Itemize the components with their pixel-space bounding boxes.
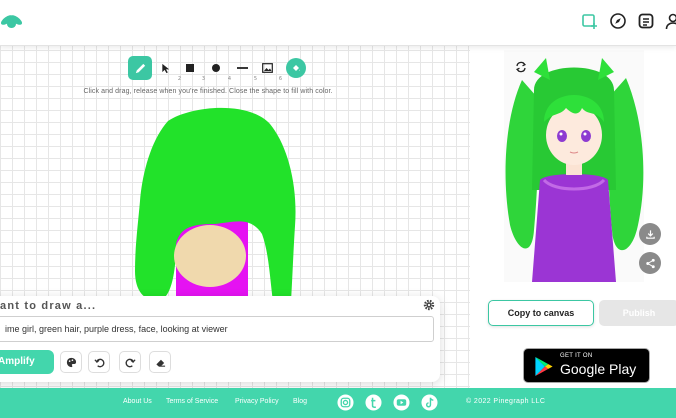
swap-arrows-icon	[515, 61, 527, 73]
instagram-link[interactable]	[337, 394, 354, 411]
google-play-icon	[535, 356, 553, 377]
drawing-toolbar: 2 3 4 5 6	[126, 56, 310, 84]
line-tool-button[interactable]: 5	[230, 56, 257, 82]
eraser-button[interactable]	[149, 351, 171, 373]
line-icon	[236, 67, 248, 69]
download-icon	[645, 229, 655, 239]
copy-to-canvas-button[interactable]: Copy to canvas	[488, 300, 594, 326]
image-icon	[261, 63, 273, 73]
google-play-small-text: GET IT ON	[560, 353, 593, 359]
site-footer: About Us Terms of Service Privacy Policy…	[0, 388, 676, 418]
tumblr-link[interactable]	[365, 394, 382, 411]
google-play-badge[interactable]: GET IT ON Google Play	[523, 348, 650, 383]
footer-link-about[interactable]: About Us	[123, 398, 152, 405]
tiktok-link[interactable]	[421, 394, 438, 411]
document-icon[interactable]	[637, 12, 655, 30]
palette-icon	[66, 357, 76, 367]
copyright-text: © 2022 Pinegraph LLC	[466, 398, 546, 405]
download-button[interactable]	[639, 223, 661, 245]
settings-gear-icon[interactable]	[423, 299, 435, 311]
circle-tool-button[interactable]: 4	[204, 56, 231, 82]
image-tool-button[interactable]: 6	[255, 56, 282, 82]
swap-button[interactable]	[512, 58, 530, 76]
publish-button[interactable]: Publish	[599, 300, 676, 326]
prompt-panel: ant to draw a... ime girl, green hair, p…	[0, 296, 440, 382]
drawing-face-shape	[174, 225, 246, 287]
select-tool-button[interactable]: 2	[154, 56, 181, 82]
redo-icon	[125, 358, 136, 367]
circle-icon	[212, 64, 220, 72]
tiktok-icon	[421, 394, 438, 411]
logo-leaf-icon[interactable]	[0, 12, 24, 30]
cursor-arrow-icon	[162, 63, 170, 73]
tumblr-icon	[365, 394, 382, 411]
prompt-input[interactable]: ime girl, green hair, purple dress, face…	[0, 316, 434, 342]
canvas-instruction-text: Click and drag, release when you're fini…	[83, 88, 333, 95]
footer-link-terms[interactable]: Terms of Service	[166, 398, 218, 405]
google-play-big-text: Google Play	[560, 361, 637, 377]
redo-button[interactable]	[119, 351, 141, 373]
undo-button[interactable]	[88, 351, 110, 373]
footer-link-privacy[interactable]: Privacy Policy	[235, 398, 279, 405]
eraser-icon	[155, 359, 165, 367]
generated-anime-image[interactable]	[504, 50, 644, 282]
top-header	[0, 0, 676, 46]
undo-icon	[93, 358, 104, 367]
paint-bucket-icon	[293, 65, 300, 71]
compass-icon[interactable]	[609, 12, 627, 30]
amplify-button[interactable]: Amplify	[0, 350, 54, 374]
result-panel: Copy to canvas Publish GET IT ON Google …	[470, 46, 676, 388]
footer-link-blog[interactable]: Blog	[293, 398, 307, 405]
youtube-link[interactable]	[393, 394, 410, 411]
fill-tool-button[interactable]	[286, 58, 306, 78]
prompt-heading: ant to draw a...	[0, 300, 97, 312]
pencil-icon	[135, 63, 145, 73]
new-canvas-icon[interactable]	[581, 12, 599, 30]
rectangle-icon	[186, 64, 194, 72]
shortcut-hint: 6	[278, 76, 282, 82]
rectangle-tool-button[interactable]: 3	[178, 56, 205, 82]
instagram-icon	[337, 394, 354, 411]
palette-button[interactable]	[60, 351, 82, 373]
share-button[interactable]	[639, 252, 661, 274]
pencil-tool-button[interactable]	[128, 56, 152, 80]
user-icon[interactable]	[664, 12, 676, 30]
youtube-icon	[393, 394, 410, 411]
share-icon	[645, 258, 655, 268]
